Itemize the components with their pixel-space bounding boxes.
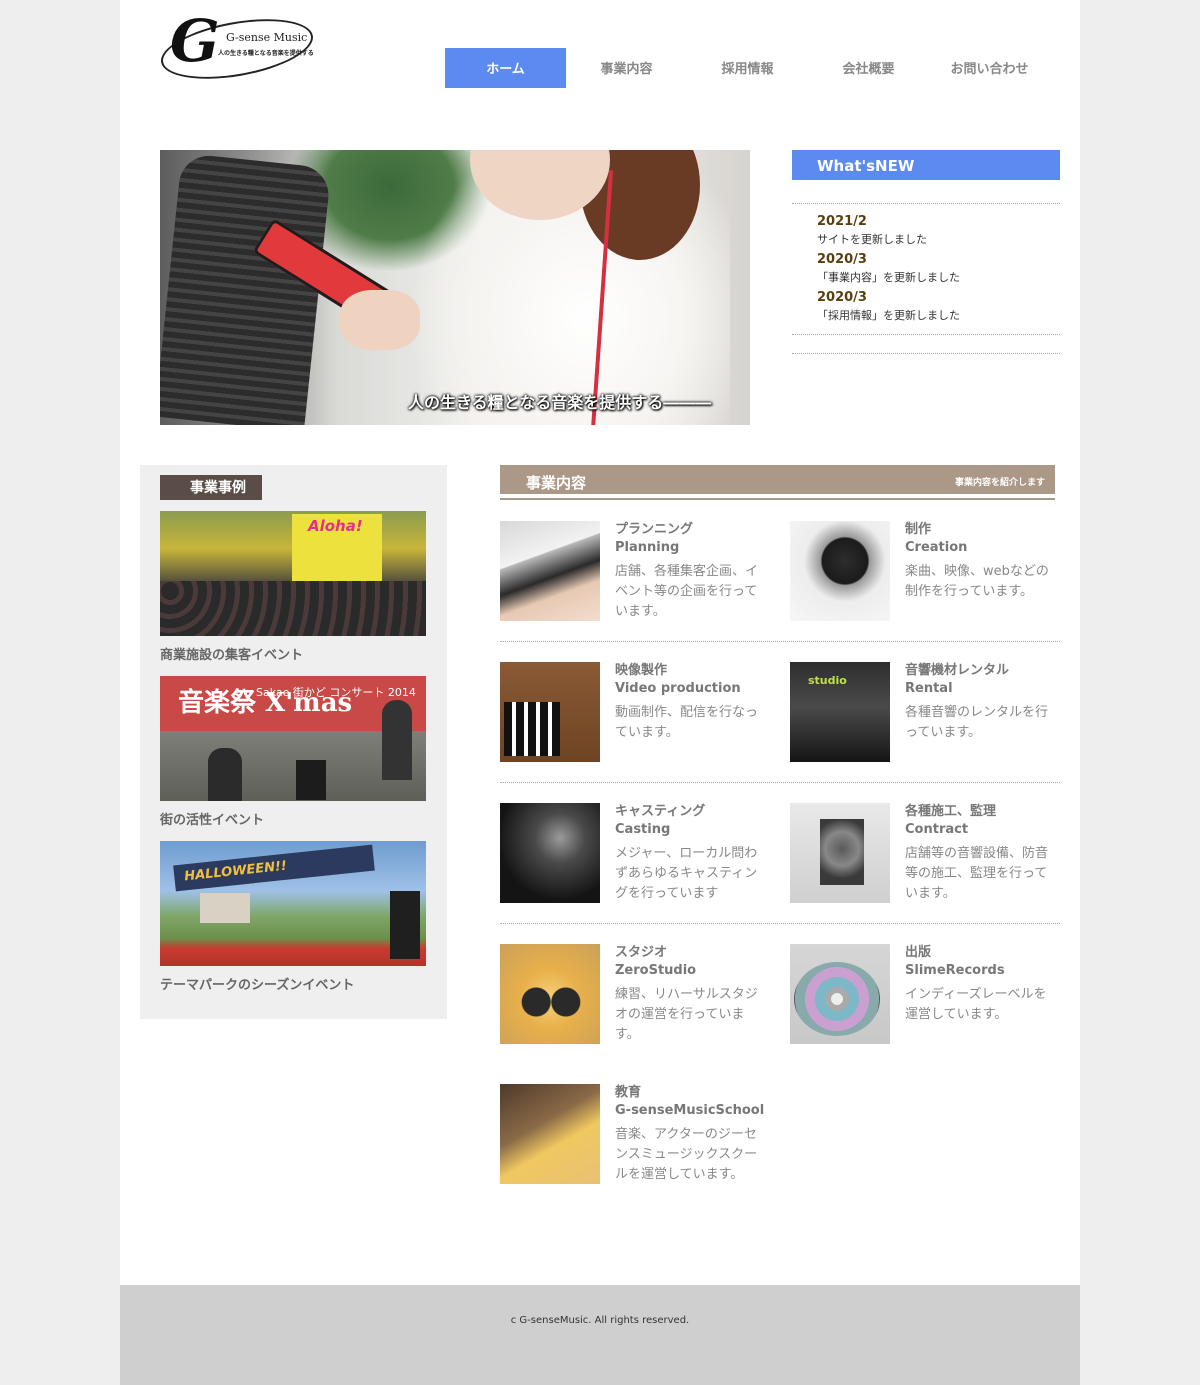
- news-text: 「採用情報」を更新しました: [817, 309, 960, 322]
- logo-initial: G: [170, 7, 220, 75]
- service-planning[interactable]: プランニング Planning 店舗、各種集客企画、イベント等の企画を行っていま…: [500, 521, 770, 621]
- news-text: サイトを更新しました: [817, 233, 927, 246]
- service-education[interactable]: 教育 G-senseMusicSchool 音楽、アクターのジーセンスミュージッ…: [500, 1084, 770, 1204]
- halloween-banner: HALLOWEEN!!: [173, 844, 375, 892]
- nav-recruit[interactable]: 採用情報: [687, 48, 808, 88]
- service-en: Casting: [615, 822, 671, 837]
- copyright: c G-senseMusic. All rights reserved.: [510, 1315, 690, 1326]
- speaker-tower: [390, 891, 420, 959]
- singer-photo[interactable]: [500, 803, 600, 903]
- case-image-mall-event[interactable]: Aloha!: [160, 511, 426, 636]
- cd-photo[interactable]: [790, 944, 890, 1044]
- logo-name: G-sense Music: [226, 31, 308, 44]
- studio-photo[interactable]: [790, 662, 890, 762]
- business-subtitle: 事業内容を紹介します: [954, 478, 1045, 488]
- service-title: プランニング: [615, 522, 694, 537]
- cases-sidebar: 事業事例 Aloha! 商業施設の集客イベント 音楽祭 X'mas Sakae …: [140, 465, 447, 1019]
- case-label[interactable]: テーマパークのシーズンイベント: [160, 974, 426, 993]
- guitarist: [382, 700, 412, 780]
- service-desc: 練習、リハーサルスタジオの運営を行っています。: [615, 987, 758, 1042]
- case-item[interactable]: 音楽祭 X'mas Sakae 街かど コンサート 2014 街の活性イベント: [160, 676, 426, 828]
- speaker-photo[interactable]: [790, 803, 890, 903]
- news-date: 2020/3: [817, 252, 867, 267]
- case-image-street-event[interactable]: 音楽祭 X'mas Sakae 街かど コンサート 2014: [160, 676, 426, 801]
- service-casting[interactable]: キャスティング Casting メジャー、ローカル問わずあらゆるキャスティングを…: [500, 803, 770, 903]
- service-en: Rental: [905, 681, 953, 696]
- service-video[interactable]: 映像製作 Video production 動画制作、配信を行なっています。: [500, 662, 770, 762]
- service-en: Video production: [615, 681, 741, 696]
- site-logo[interactable]: G G-sense Music 人の生きる糧となる音楽を提供する: [156, 7, 318, 89]
- service-rental[interactable]: 音響機材レンタル Rental 各種音響のレンタルを行っています。: [790, 662, 1060, 762]
- business-header: 事業内容 事業内容を紹介します: [500, 465, 1055, 500]
- case-image-theme-park[interactable]: HALLOWEEN!!: [160, 841, 426, 966]
- nav-home[interactable]: ホーム: [445, 48, 566, 88]
- page: G G-sense Music 人の生きる糧となる音楽を提供する ホーム 事業内…: [120, 0, 1080, 1385]
- service-en: Planning: [615, 540, 680, 555]
- service-desc: インディーズレーベルを運営しています。: [905, 987, 1047, 1022]
- service-desc: 動画制作、配信を行なっています。: [615, 705, 759, 740]
- service-title: 出版: [905, 945, 932, 960]
- aloha-sign: Aloha!: [308, 517, 363, 535]
- case-item[interactable]: Aloha! 商業施設の集客イベント: [160, 511, 426, 663]
- service-desc: 各種音響のレンタルを行っています。: [905, 705, 1049, 740]
- service-title: 音響機材レンタル: [905, 663, 1010, 678]
- service-desc: 楽曲、映像、webなどの制作を行っています。: [905, 564, 1049, 599]
- keyboard-photo[interactable]: [500, 521, 600, 621]
- service-desc: 店舗、各種集客企画、イベント等の企画を行っています。: [615, 564, 759, 619]
- case-label[interactable]: 商業施設の集客イベント: [160, 644, 426, 663]
- service-title: スタジオ: [615, 945, 668, 960]
- service-desc: 音楽、アクターのジーセンスミュージックスクールを運営しています。: [615, 1127, 758, 1182]
- hero-hand: [340, 290, 420, 350]
- service-title: 各種施工、監理: [905, 804, 997, 819]
- service-creation[interactable]: 制作 Creation 楽曲、映像、webなどの制作を行っています。: [790, 521, 1060, 621]
- row-divider: [500, 641, 1060, 642]
- service-contract[interactable]: 各種施工、監理 Contract 店舗等の音響設備、防音等の施工、監理を行ってい…: [790, 803, 1060, 903]
- drums-photo[interactable]: [500, 944, 600, 1044]
- whats-new: What'sNEW 2021/2 サイトを更新しました 2020/3 「事業内容…: [792, 150, 1060, 354]
- news-date: 2020/3: [817, 290, 867, 305]
- house: [200, 893, 250, 923]
- whats-new-title: What'sNEW: [792, 150, 1060, 180]
- speaker: [296, 760, 326, 800]
- microphone-photo[interactable]: [790, 521, 890, 621]
- service-en: Creation: [905, 540, 968, 555]
- crowd: [160, 581, 426, 636]
- news-list: 2021/2 サイトを更新しました 2020/3 「事業内容」を更新しました 2…: [792, 203, 1060, 335]
- service-en: G-senseMusicSchool: [615, 1103, 765, 1118]
- service-en: ZeroStudio: [615, 963, 697, 978]
- news-text: 「事業内容」を更新しました: [817, 271, 960, 284]
- business-title: 事業内容: [526, 474, 587, 492]
- bass-photo[interactable]: [500, 1084, 600, 1184]
- service-desc: 店舗等の音響設備、防音等の施工、監理を行っています。: [905, 846, 1049, 901]
- xmas-banner-sub: Sakae 街かど コンサート 2014: [256, 686, 416, 699]
- row-divider: [500, 923, 1060, 924]
- case-item[interactable]: HALLOWEEN!! テーマパークのシーズンイベント: [160, 841, 426, 993]
- nav-company[interactable]: 会社概要: [808, 48, 929, 88]
- service-title: 制作: [905, 522, 932, 537]
- service-en: Contract: [905, 822, 969, 837]
- service-publishing[interactable]: 出版 SlimeRecords インディーズレーベルを運営しています。: [790, 944, 1060, 1044]
- row-divider: [500, 782, 1060, 783]
- service-desc: メジャー、ローカル問わずあらゆるキャスティングを行っています: [615, 846, 758, 901]
- clapperboard-photo[interactable]: [500, 662, 600, 762]
- hero-image: 人の生きる糧となる音楽を提供する―――: [160, 150, 750, 425]
- main-nav: ホーム 事業内容 採用情報 会社概要 お問い合わせ: [445, 48, 1050, 88]
- service-title: 教育: [615, 1085, 642, 1100]
- hero-chair: [160, 152, 332, 425]
- service-title: 映像製作: [615, 663, 668, 678]
- service-title: キャスティング: [615, 804, 706, 819]
- nav-business[interactable]: 事業内容: [566, 48, 687, 88]
- logo-tagline: 人の生きる糧となる音楽を提供する: [218, 50, 314, 57]
- nav-contact[interactable]: お問い合わせ: [929, 48, 1050, 88]
- cases-title: 事業事例: [160, 475, 262, 500]
- service-studio[interactable]: スタジオ ZeroStudio 練習、リハーサルスタジオの運営を行っています。: [500, 944, 770, 1044]
- hero-caption: 人の生きる糧となる音楽を提供する―――: [408, 393, 712, 412]
- case-label[interactable]: 街の活性イベント: [160, 809, 426, 828]
- footer: c G-senseMusic. All rights reserved.: [120, 1285, 1080, 1385]
- service-en: SlimeRecords: [905, 963, 1005, 978]
- performer: [208, 748, 242, 801]
- news-divider: [792, 353, 1060, 354]
- news-date: 2021/2: [817, 214, 867, 229]
